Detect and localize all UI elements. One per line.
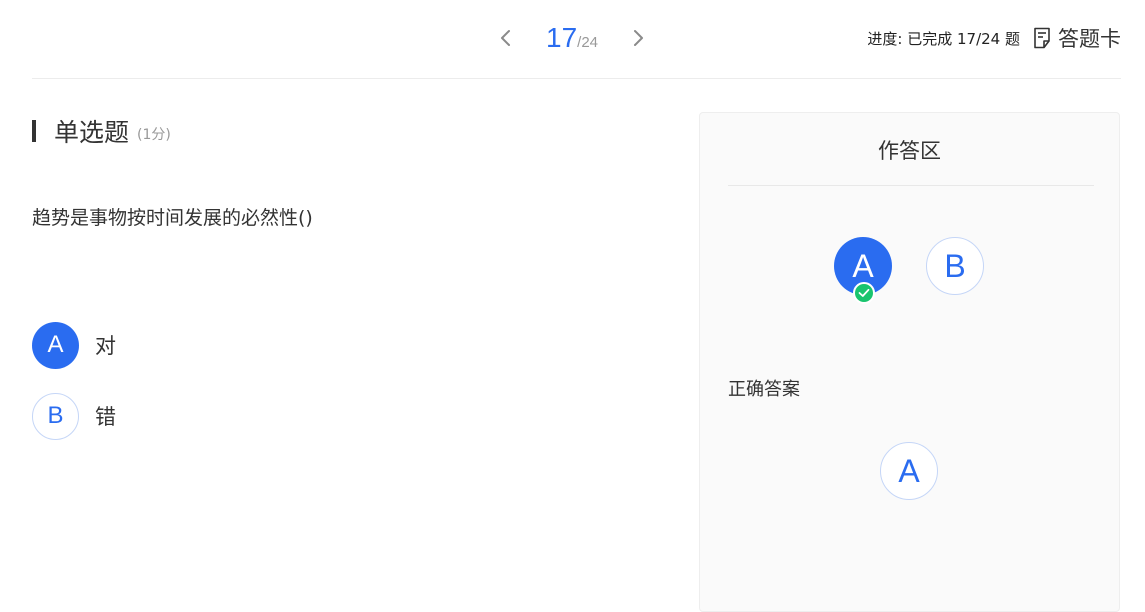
current-question-number: 17: [546, 22, 578, 53]
option-a[interactable]: A 对: [32, 321, 116, 369]
progress-area: 进度: 已完成 17/24 题 答题卡: [867, 20, 1121, 56]
next-question-button[interactable]: [622, 22, 654, 54]
prev-question-button[interactable]: [490, 22, 522, 54]
correct-answer-label: 正确答案: [728, 379, 800, 400]
option-text: 对: [95, 334, 116, 358]
chevron-right-icon: [634, 30, 644, 46]
option-letter: B: [32, 392, 79, 440]
answer-card-label: 答题卡: [1058, 27, 1121, 51]
answer-choice-a[interactable]: A: [834, 237, 892, 304]
page-indicator: 17 /24: [546, 22, 598, 54]
document-icon: [1034, 27, 1050, 49]
question-score: (1分): [137, 127, 171, 143]
top-bar: 17 /24 进度: 已完成 17/24 题 答题卡: [32, 0, 1121, 79]
option-b[interactable]: B 错: [32, 392, 116, 440]
divider: [728, 185, 1094, 186]
question-type-header: 单选题 (1分): [32, 113, 171, 149]
pager: 17 /24: [490, 18, 654, 58]
question-stem: 趋势是事物按时间发展的必然性(): [32, 207, 313, 229]
option-list: A 对 B 错: [32, 321, 116, 463]
choice-letter: A: [852, 247, 874, 284]
correct-answer-letter: A: [898, 452, 920, 489]
check-circle-icon: [853, 282, 875, 304]
option-letter: A: [32, 321, 79, 369]
correct-answer-badge: A: [880, 442, 938, 500]
answer-panel: 作答区 A B 正确答案 A: [699, 112, 1120, 612]
total-questions: /24: [577, 34, 599, 51]
answer-card-button[interactable]: 答题卡: [1032, 23, 1121, 53]
chevron-left-icon: [501, 30, 510, 46]
title-accent-bar: [32, 120, 36, 142]
question-type-title: 单选题: [54, 118, 130, 147]
option-text: 错: [95, 405, 116, 429]
choice-letter: B: [944, 247, 966, 284]
answer-choice-b[interactable]: B: [926, 237, 984, 295]
progress-text: 进度: 已完成 17/24 题: [867, 29, 1020, 48]
answer-panel-title: 作答区: [878, 139, 941, 163]
